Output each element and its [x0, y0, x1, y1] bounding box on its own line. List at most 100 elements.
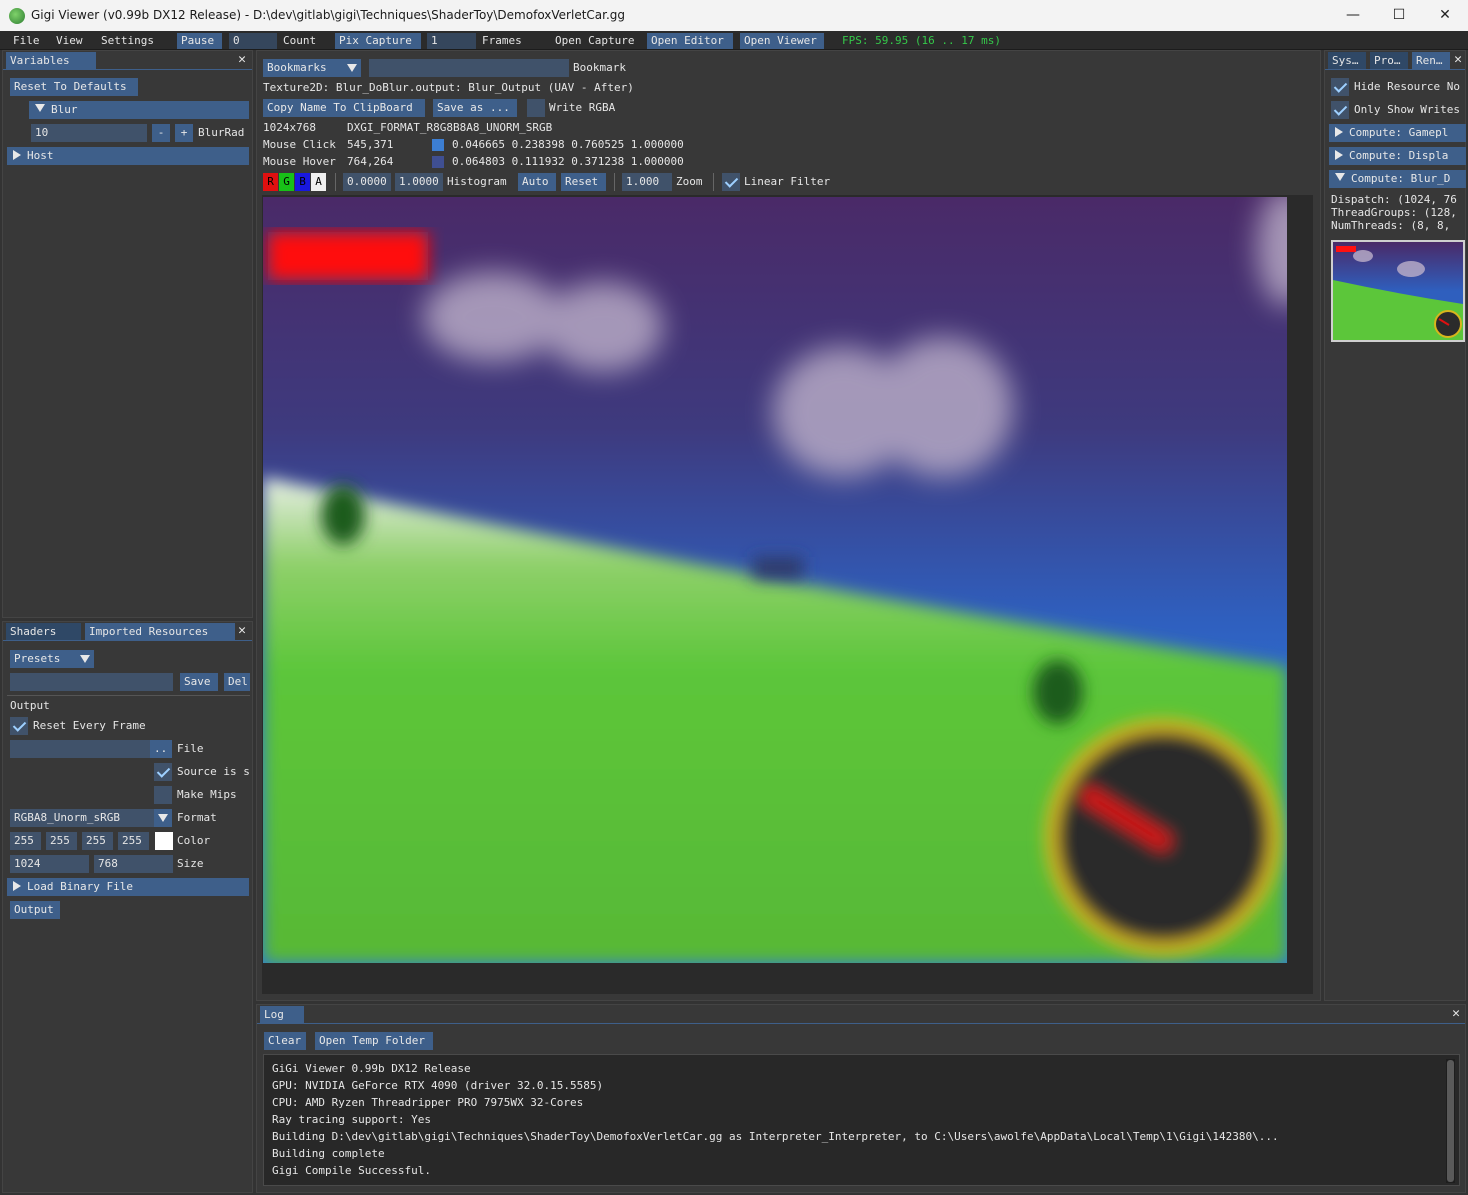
- format-select[interactable]: RGBA8_Unorm_sRGB: [10, 809, 154, 827]
- save-preset-button[interactable]: Save: [180, 673, 218, 691]
- color-b-input[interactable]: 255: [82, 832, 113, 850]
- save-as-button[interactable]: Save as ...: [433, 99, 517, 117]
- mouse-hover-pos: 764,264: [347, 155, 394, 168]
- color-swatch[interactable]: [155, 832, 173, 850]
- imported-resources-panel: Shaders Imported Resources ✕ Presets Sav…: [2, 621, 253, 1193]
- chevron-down-icon[interactable]: [76, 650, 94, 668]
- open-editor-button[interactable]: Open Editor: [647, 33, 733, 49]
- hide-resource-label: Hide Resource No: [1354, 80, 1460, 93]
- open-viewer-button[interactable]: Open Viewer: [740, 33, 824, 49]
- channel-g-toggle[interactable]: G: [279, 173, 294, 191]
- texture-dims: 1024x768: [263, 121, 316, 134]
- range-max-input[interactable]: 1.0000: [395, 173, 443, 191]
- source-is-srgb-label: Source is s: [177, 765, 250, 778]
- linear-filter-checkbox[interactable]: [722, 173, 740, 191]
- compute-gameplay-node[interactable]: Compute: Gamepl: [1329, 124, 1466, 142]
- write-rgba-checkbox[interactable]: [527, 99, 545, 117]
- hide-resource-checkbox[interactable]: [1331, 78, 1349, 96]
- only-show-writes-checkbox[interactable]: [1331, 101, 1349, 119]
- source-is-srgb-checkbox[interactable]: [154, 763, 172, 781]
- color-g-input[interactable]: 255: [46, 832, 77, 850]
- log-scrollbar[interactable]: [1446, 1059, 1455, 1183]
- menu-view[interactable]: View: [56, 33, 83, 49]
- write-rgba-label: Write RGBA: [549, 101, 616, 114]
- pause-button[interactable]: Pause: [177, 33, 222, 49]
- output-button[interactable]: Output: [10, 901, 60, 919]
- bookmark-label: Bookmark: [573, 61, 626, 74]
- toolbar-separator: [335, 173, 336, 191]
- tab-log[interactable]: Log: [260, 1006, 304, 1023]
- range-min-input[interactable]: 0.0000: [343, 173, 391, 191]
- presets-dropdown[interactable]: Presets: [10, 650, 76, 668]
- close-icon[interactable]: ✕: [1449, 1007, 1463, 1021]
- compute-display-node[interactable]: Compute: Displa: [1329, 147, 1466, 165]
- preset-name-input[interactable]: [10, 673, 173, 691]
- make-mips-checkbox[interactable]: [154, 786, 172, 804]
- channel-b-toggle[interactable]: B: [295, 173, 310, 191]
- delete-preset-button[interactable]: Del: [224, 673, 250, 691]
- load-binary-file-header[interactable]: Load Binary File: [7, 878, 249, 896]
- reset-every-frame-checkbox[interactable]: [10, 717, 28, 735]
- reset-range-button[interactable]: Reset: [561, 173, 606, 191]
- gigi-logo-icon: [9, 8, 25, 24]
- decrement-button[interactable]: -: [152, 124, 170, 142]
- tab-imported-resources[interactable]: Imported Resources: [85, 623, 235, 640]
- color-a-input[interactable]: 255: [118, 832, 149, 850]
- increment-button[interactable]: +: [175, 124, 193, 142]
- blur-radius-input[interactable]: 10: [31, 124, 147, 142]
- menu-settings[interactable]: Settings: [101, 33, 154, 49]
- pix-capture-button[interactable]: Pix Capture: [335, 33, 421, 49]
- auto-range-button[interactable]: Auto: [518, 173, 556, 191]
- color-label: Color: [177, 834, 211, 847]
- bookmarks-dropdown[interactable]: Bookmarks: [263, 59, 343, 77]
- log-scrollbar-thumb[interactable]: [1447, 1060, 1454, 1182]
- tab-underline: [3, 640, 252, 641]
- host-group-header[interactable]: Host: [7, 147, 249, 165]
- compute-gameplay-label: Compute: Gamepl: [1349, 126, 1449, 139]
- bookmark-input[interactable]: [369, 59, 569, 77]
- close-window-button[interactable]: ✕: [1422, 0, 1468, 31]
- texture-preview-image[interactable]: [263, 197, 1287, 963]
- menu-file[interactable]: File: [13, 33, 40, 49]
- close-icon[interactable]: ✕: [235, 624, 249, 638]
- zoom-input[interactable]: 1.000: [622, 173, 672, 191]
- size-label: Size: [177, 857, 204, 870]
- close-icon[interactable]: ✕: [235, 53, 249, 67]
- channel-r-toggle[interactable]: R: [263, 173, 278, 191]
- frames-input[interactable]: 1: [427, 33, 476, 49]
- blur-group-header[interactable]: Blur: [29, 101, 249, 119]
- tab-underline: [1325, 69, 1465, 70]
- size-height-input[interactable]: 768: [94, 855, 173, 873]
- count-input[interactable]: 0: [229, 33, 277, 49]
- tab-underline: [3, 69, 252, 70]
- maximize-button[interactable]: ☐: [1376, 0, 1422, 31]
- file-path-input[interactable]: [10, 740, 150, 758]
- close-icon[interactable]: ✕: [1451, 53, 1465, 67]
- tab-render-graph[interactable]: Ren…: [1412, 52, 1450, 69]
- reset-to-defaults-button[interactable]: Reset To Defaults: [10, 78, 138, 96]
- triangle-right-icon: [1335, 150, 1343, 160]
- minimize-button[interactable]: —: [1330, 0, 1376, 31]
- tab-variables[interactable]: Variables: [6, 52, 96, 69]
- tab-shaders[interactable]: Shaders: [6, 623, 81, 640]
- log-output[interactable]: GiGi Viewer 0.99b DX12 Release GPU: NVID…: [263, 1054, 1460, 1186]
- resource-thumbnail[interactable]: [1331, 240, 1465, 342]
- num-threads-info: NumThreads: (8, 8,: [1331, 219, 1451, 232]
- thumbnail-render: [1333, 242, 1463, 340]
- copy-name-button[interactable]: Copy Name To ClipBoard: [263, 99, 425, 117]
- color-r-input[interactable]: 255: [10, 832, 41, 850]
- size-width-input[interactable]: 1024: [10, 855, 89, 873]
- chevron-down-icon[interactable]: [343, 59, 361, 77]
- chevron-down-icon[interactable]: [154, 809, 172, 827]
- tab-profiler[interactable]: Pro…: [1370, 52, 1408, 69]
- toolbar-separator: [614, 173, 615, 191]
- open-temp-folder-button[interactable]: Open Temp Folder: [315, 1032, 433, 1050]
- channel-a-toggle[interactable]: A: [311, 173, 326, 191]
- compute-blur-node[interactable]: Compute: Blur_D: [1329, 170, 1466, 188]
- tab-system[interactable]: Sys…: [1328, 52, 1366, 69]
- toolbar-separator: [713, 173, 714, 191]
- mouse-click-value: 0.046665 0.238398 0.760525 1.000000: [452, 138, 684, 151]
- menu-bar: File View Settings Pause 0 Count Pix Cap…: [0, 31, 1468, 80]
- browse-file-button[interactable]: ..: [150, 740, 172, 758]
- clear-log-button[interactable]: Clear: [264, 1032, 306, 1050]
